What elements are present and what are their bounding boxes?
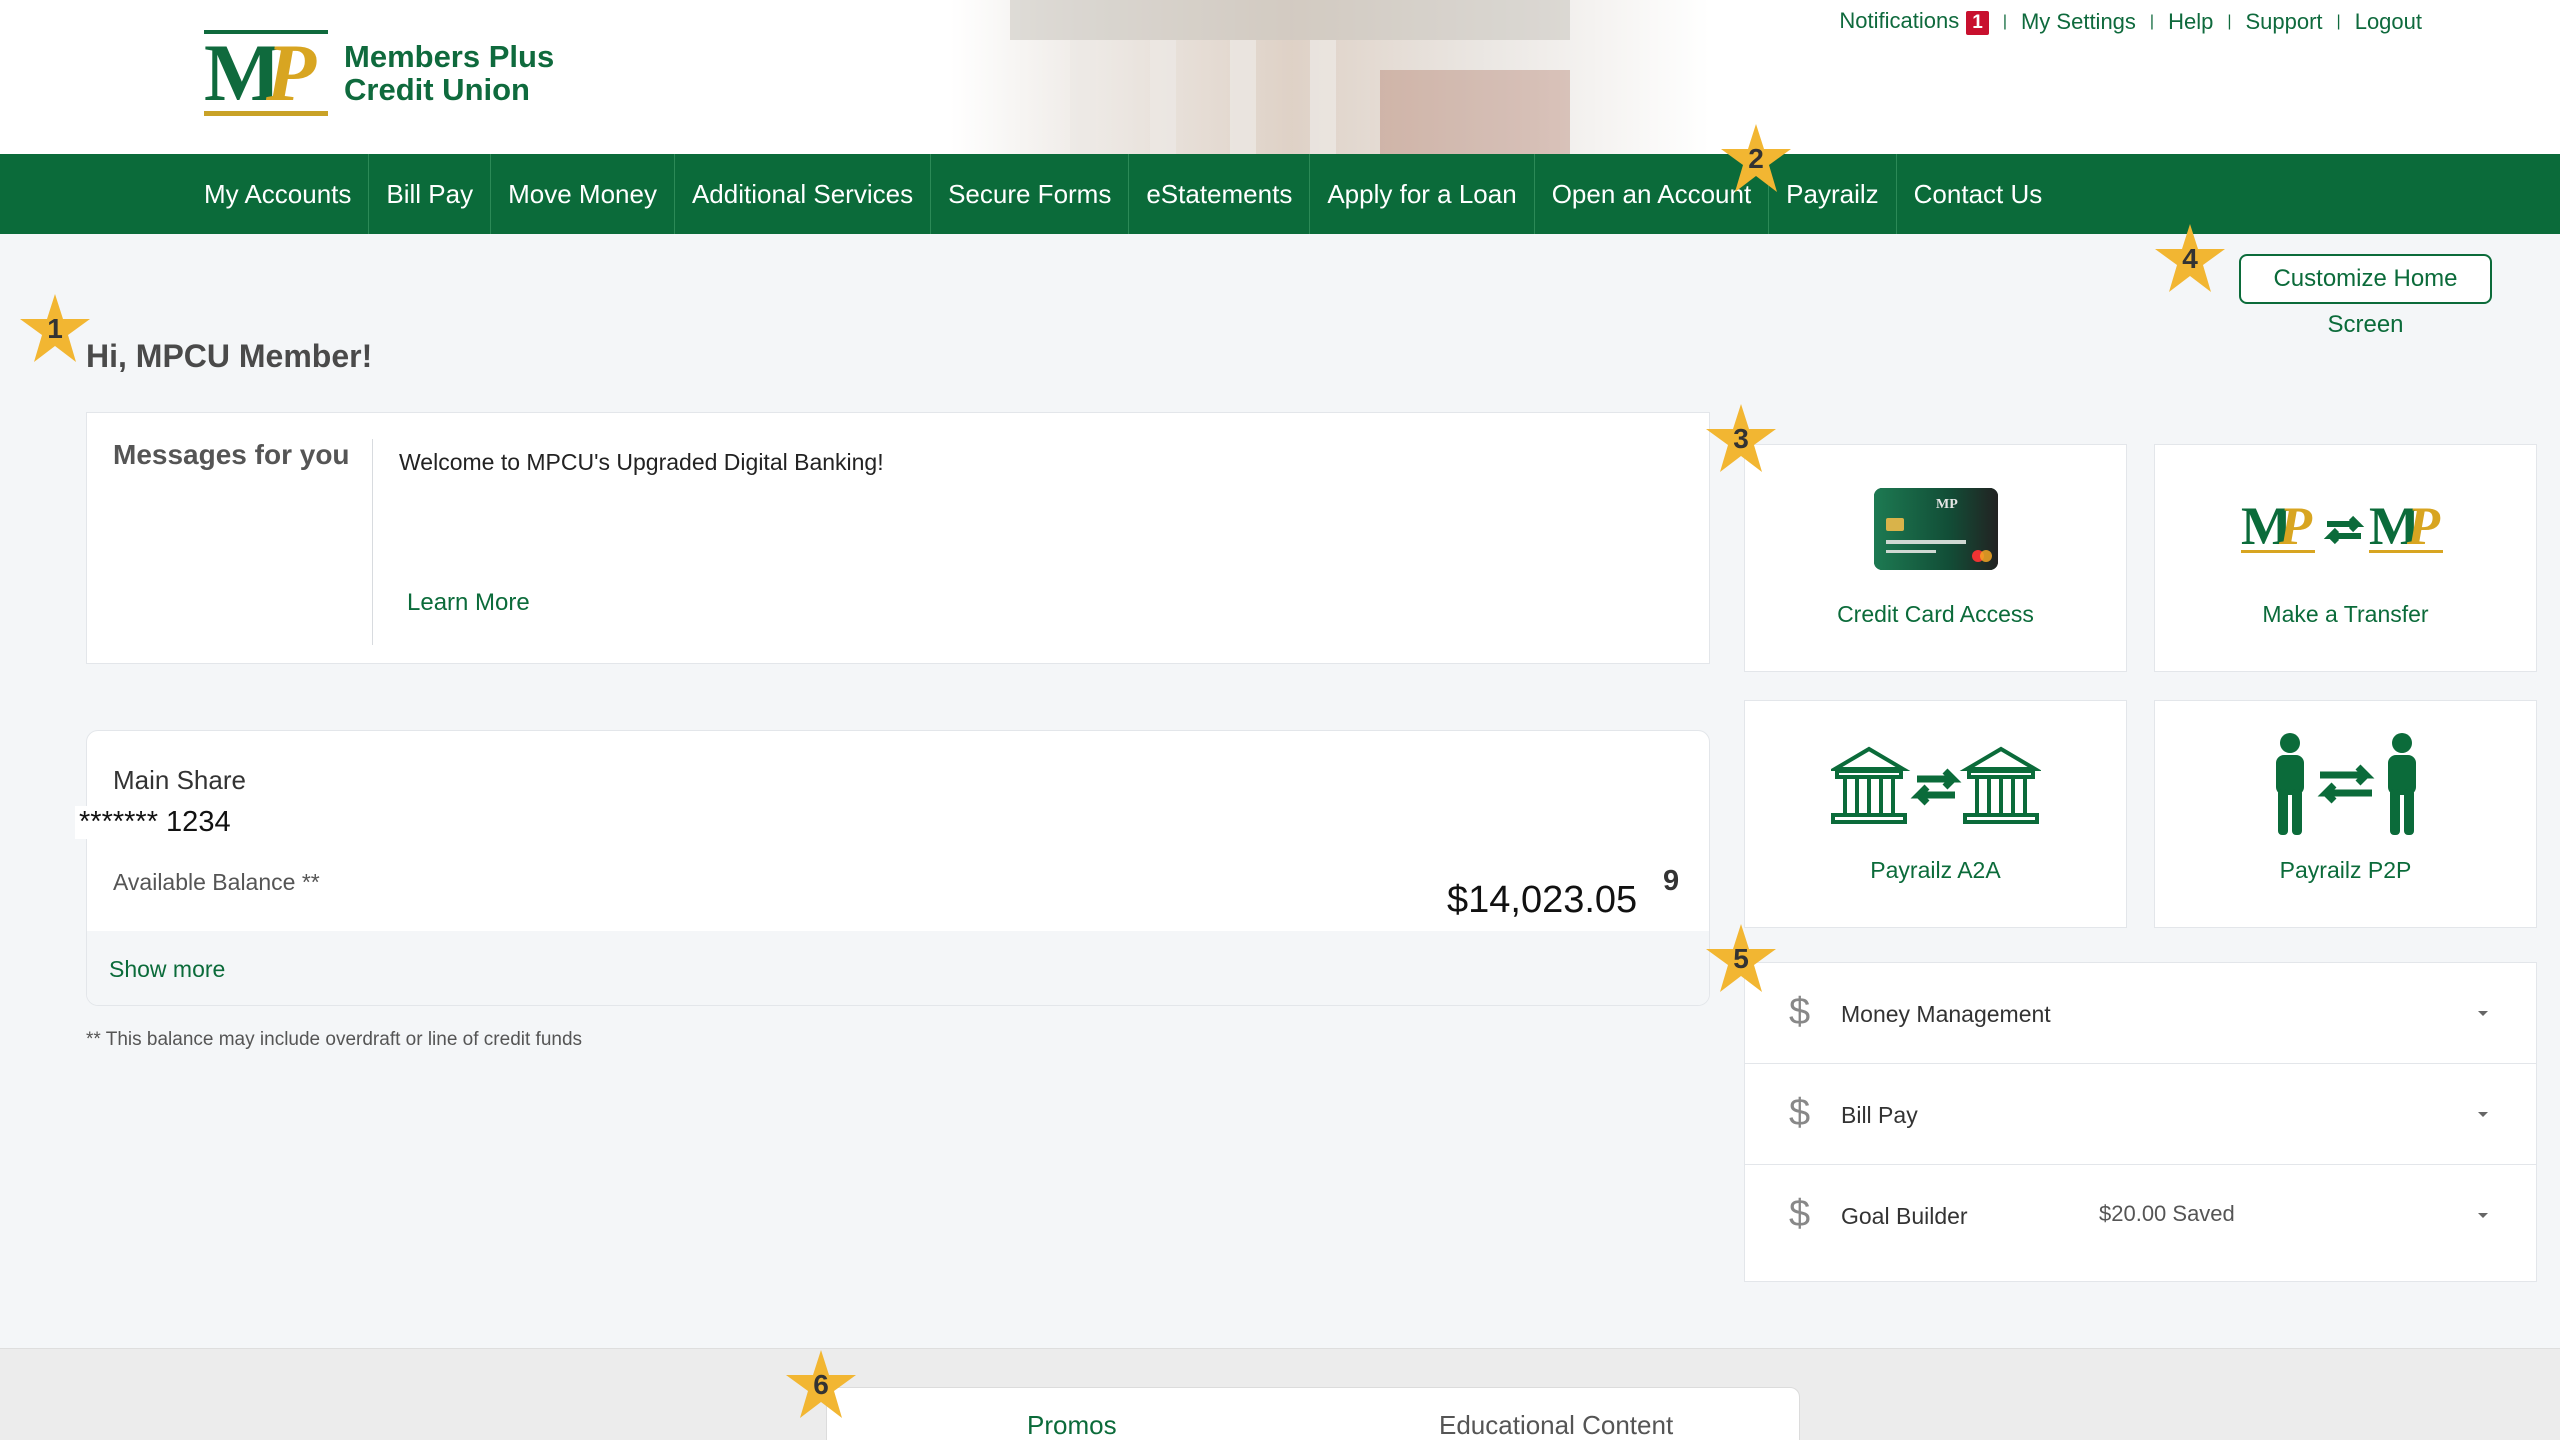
header: M P Members Plus Credit Union Notificati… <box>0 0 2560 154</box>
accordion-bill-pay[interactable]: $ Bill Pay <box>1745 1064 2536 1165</box>
account-balance: $14,023.05 <box>1447 879 1638 921</box>
dollar-icon: $ <box>1789 991 1811 1033</box>
notifications-badge: 1 <box>1966 11 1989 35</box>
caret-down-icon <box>2478 1213 2488 1218</box>
person-transfer-icon <box>2155 733 2536 835</box>
help-link[interactable]: Help <box>2168 9 2213 35</box>
logo-line-2: Credit Union <box>344 72 530 107</box>
caret-down-icon <box>2478 1011 2488 1016</box>
header-building-photo <box>950 0 1710 154</box>
annotation-star-1: 1 <box>18 292 92 366</box>
caret-down-icon <box>2478 1112 2488 1117</box>
annotation-star-6: 6 <box>784 1348 858 1422</box>
logo-line-1: Members Plus <box>344 39 555 74</box>
support-link[interactable]: Support <box>2245 9 2322 35</box>
tab-promos[interactable]: Promos <box>1027 1410 1117 1440</box>
messages-label: Messages for you <box>113 439 350 470</box>
logo-text: Members Plus Credit Union <box>344 40 554 106</box>
nav-additional-services[interactable]: Additional Services <box>675 154 932 234</box>
notifications-link[interactable]: Notifications 1 <box>1839 8 1989 35</box>
balance-label: Available Balance ** <box>113 869 320 895</box>
account-card[interactable]: Main Share Available Balance ** $14,023.… <box>86 730 1710 1006</box>
tile-make-transfer[interactable]: M P M P Make a Transfer <box>2154 444 2537 672</box>
annotation-star-4: 4 <box>2153 222 2227 296</box>
nav-bill-pay[interactable]: Bill Pay <box>369 154 492 234</box>
account-number: ******* 1234 <box>75 806 235 839</box>
messages-card: Messages for you Welcome to MPCU's Upgra… <box>86 412 1710 664</box>
tile-label: Make a Transfer <box>2262 601 2429 627</box>
message-text: Welcome to MPCU's Upgraded Digital Banki… <box>399 449 884 475</box>
credit-card-icon: MP <box>1745 479 2126 579</box>
ghost-digit: 9 <box>1663 865 1680 897</box>
tile-payrailz-p2p[interactable]: Payrailz P2P <box>2154 700 2537 928</box>
learn-more-link[interactable]: Learn More <box>407 589 530 617</box>
nav-secure-forms[interactable]: Secure Forms <box>931 154 1130 234</box>
mp-transfer-icon: M P M P <box>2155 479 2536 579</box>
customize-home-button[interactable]: Customize Home Screen <box>2239 254 2492 338</box>
nav-move-money[interactable]: Move Money <box>491 154 675 234</box>
tab-educational-content[interactable]: Educational Content <box>1439 1410 1673 1440</box>
show-more-link[interactable]: Show more <box>109 956 225 983</box>
nav-estatements[interactable]: eStatements <box>1129 154 1311 234</box>
my-settings-link[interactable]: My Settings <box>2021 9 2136 35</box>
tile-label: Payrailz P2P <box>2279 857 2412 883</box>
accordion-label: Bill Pay <box>1841 1102 1918 1128</box>
svg-text:P: P <box>2406 496 2441 556</box>
dollar-icon: $ <box>1789 1193 1811 1235</box>
nav-my-accounts[interactable]: My Accounts <box>187 154 370 234</box>
svg-text:MP: MP <box>1936 497 1958 512</box>
tools-accordion: $ Money Management $ Bill Pay $ Goal Bui… <box>1744 962 2537 1282</box>
nav-contact-us[interactable]: Contact Us <box>1897 154 2060 234</box>
annotation-star-2: 2 <box>1719 122 1793 196</box>
tile-payrailz-a2a[interactable]: Payrailz A2A <box>1744 700 2127 928</box>
logo[interactable]: M P Members Plus Credit Union <box>204 30 554 116</box>
annotation-star-5: 5 <box>1704 922 1778 996</box>
tile-label: Credit Card Access <box>1837 601 2034 627</box>
utility-links: Notifications 1 | My Settings | Help | Su… <box>1839 8 2422 35</box>
goal-saved-amount: $20.00 Saved <box>2099 1201 2235 1226</box>
dollar-icon: $ <box>1789 1092 1811 1134</box>
tile-credit-card-access[interactable]: MP Credit Card Access <box>1744 444 2127 672</box>
logout-link[interactable]: Logout <box>2355 9 2422 35</box>
nav-apply-for-loan[interactable]: Apply for a Loan <box>1310 154 1535 234</box>
bank-transfer-icon <box>1745 735 2126 835</box>
content-tabs: Promos Educational Content <box>826 1387 1800 1440</box>
annotation-star-3: 3 <box>1704 402 1778 476</box>
accordion-label: Money Management <box>1841 1001 2051 1027</box>
svg-text:P: P <box>2278 496 2313 556</box>
page-greeting: Hi, MPCU Member! <box>86 338 373 374</box>
accordion-money-management[interactable]: $ Money Management <box>1745 963 2536 1064</box>
account-name: Main Share <box>113 765 246 795</box>
accordion-label: Goal Builder <box>1841 1203 1968 1229</box>
accordion-goal-builder[interactable]: $ Goal Builder $20.00 Saved <box>1745 1165 2536 1266</box>
balance-footnote: ** This balance may include overdraft or… <box>86 1029 583 1050</box>
logo-mark: M P <box>204 30 328 116</box>
tile-label: Payrailz A2A <box>1870 857 2001 883</box>
